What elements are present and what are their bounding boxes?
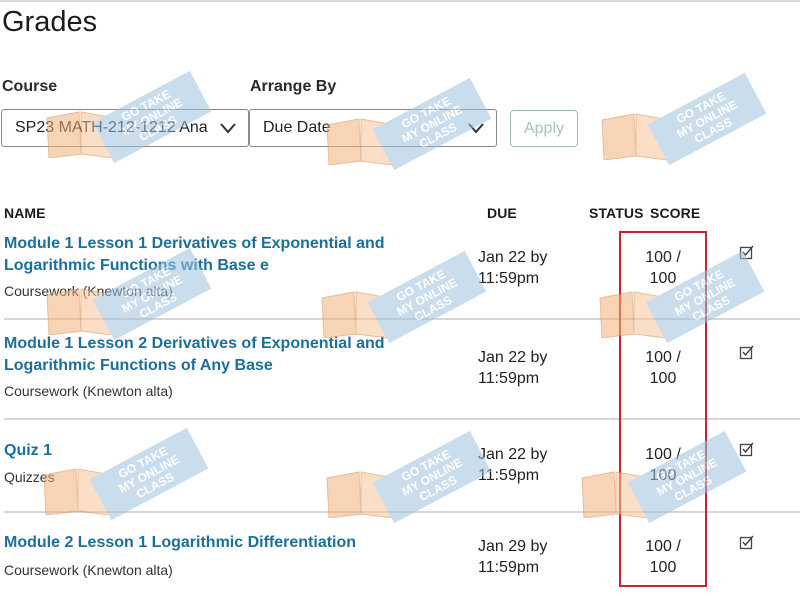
chevron-down-icon: [220, 123, 236, 134]
edit-assignment-icon[interactable]: [739, 244, 755, 260]
due-date-line: Jan 22 by: [478, 446, 548, 463]
status-column-header: STATUS: [589, 205, 644, 221]
top-border: [0, 0, 800, 2]
assignment-type: Coursework (Knewton alta): [4, 283, 173, 299]
assignment-link[interactable]: Quiz 1: [4, 440, 424, 462]
book-icon: [321, 291, 391, 338]
book-icon: [601, 113, 671, 160]
watermark-line: CLASS: [416, 472, 460, 505]
course-select-value: SP23 MATH-212-1212 Ana: [15, 119, 208, 136]
due-time-line: 11:59pm: [478, 270, 540, 287]
edit-assignment-icon[interactable]: [739, 344, 755, 360]
course-select[interactable]: SP23 MATH-212-1212 Ana: [1, 109, 249, 147]
watermark: GO TAKE MY ONLINE CLASS: [600, 72, 767, 170]
due-date: Jan 22 by 11:59pm: [478, 444, 568, 486]
arrange-by-select-value: Due Date: [263, 119, 331, 136]
due-time-line: 11:59pm: [478, 467, 540, 484]
score-highlight-box: [619, 231, 707, 587]
apply-button[interactable]: Apply: [510, 110, 578, 147]
edit-assignment-icon[interactable]: [739, 534, 755, 550]
assignment-type: Quizzes: [4, 469, 55, 485]
due-time-line: 11:59pm: [478, 559, 540, 576]
due-date-line: Jan 22 by: [478, 249, 548, 266]
assignment-link[interactable]: Module 1 Lesson 1 Derivatives of Exponen…: [4, 233, 424, 277]
assignment-type: Coursework (Knewton alta): [4, 562, 173, 578]
edit-assignment-icon[interactable]: [739, 441, 755, 457]
chevron-down-icon: [468, 123, 484, 134]
watermark-line: MY ONLINE: [394, 275, 460, 319]
due-date: Jan 29 by 11:59pm: [478, 536, 568, 578]
course-label: Course: [2, 78, 58, 95]
name-column-header: NAME: [4, 205, 46, 221]
assignment-link[interactable]: Module 1 Lesson 2 Derivatives of Exponen…: [4, 333, 424, 377]
assignment-link[interactable]: Module 2 Lesson 1 Logarithmic Differenti…: [4, 532, 424, 554]
arrange-by-select[interactable]: Due Date: [249, 109, 497, 147]
arrange-by-label: Arrange By: [250, 78, 337, 95]
due-date: Jan 22 by 11:59pm: [478, 347, 568, 389]
due-time-line: 11:59pm: [478, 370, 540, 387]
due-column-header: DUE: [487, 205, 517, 221]
score-column-header: SCORE: [650, 205, 701, 221]
watermark-line: MY ONLINE: [674, 97, 740, 141]
watermark-line: GO TAKE: [673, 88, 728, 127]
due-date-line: Jan 22 by: [478, 349, 548, 366]
watermark-line: CLASS: [133, 469, 177, 502]
watermark-line: CLASS: [691, 114, 735, 147]
page-title: Grades: [2, 6, 98, 38]
due-date-line: Jan 29 by: [478, 538, 548, 555]
assignment-type: Coursework (Knewton alta): [4, 383, 173, 399]
due-date: Jan 22 by 11:59pm: [478, 247, 568, 289]
